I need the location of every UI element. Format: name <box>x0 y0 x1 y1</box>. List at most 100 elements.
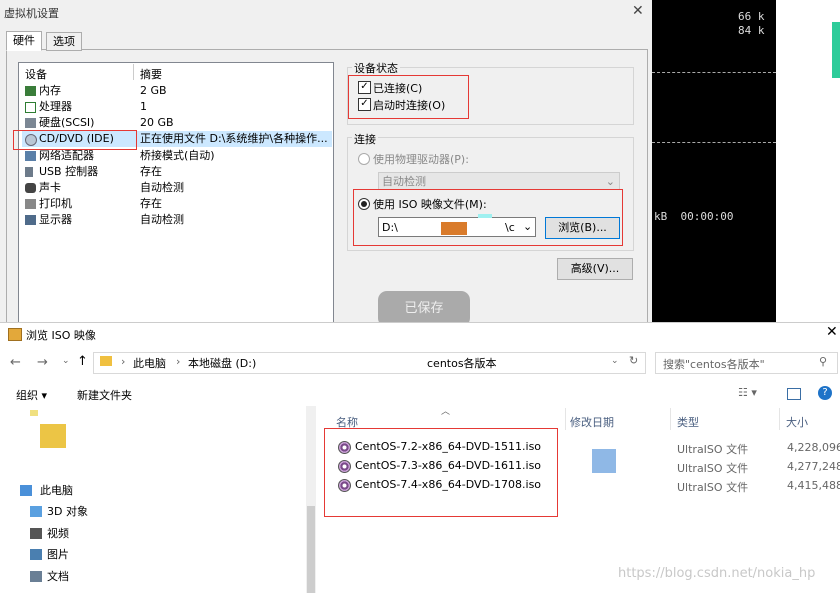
device-name: USB 控制器 <box>39 165 99 178</box>
terminal-line: 66 k <box>738 10 765 23</box>
iso-dialog-icon <box>8 328 22 341</box>
folder-icon <box>40 424 66 448</box>
file-browser-title: 浏览 ISO 映像 <box>26 329 96 342</box>
device-row-printer[interactable]: 打印机 存在 <box>22 196 332 212</box>
search-box[interactable]: 搜索"centos各版本" ⚲ <box>655 352 838 374</box>
video-icon <box>30 528 42 539</box>
highlight-box <box>13 130 137 150</box>
device-row-sound[interactable]: 声卡 自动检测 <box>22 180 332 196</box>
network-icon <box>25 151 36 161</box>
chevron-down-icon[interactable]: ⌄ <box>62 356 70 366</box>
breadcrumb-separator: › <box>121 355 126 368</box>
highlight-box <box>324 428 558 517</box>
terminal-rule <box>652 72 776 73</box>
breadcrumb-local-disk[interactable]: 本地磁盘 (D:) <box>188 355 256 371</box>
picture-icon <box>30 549 42 560</box>
scrollbar-thumb[interactable] <box>307 506 315 593</box>
device-row-cpu[interactable]: 处理器 1 <box>22 99 332 115</box>
tab-options[interactable]: 选项 <box>46 32 82 51</box>
printer-icon <box>25 199 36 209</box>
breadcrumb-separator: › <box>176 355 181 368</box>
breadcrumb-current-folder[interactable]: centos各版本 <box>427 355 497 371</box>
up-icon[interactable]: ↑ <box>77 354 88 369</box>
nav-label: 视频 <box>47 527 69 540</box>
chevron-down-icon[interactable]: ⌄ <box>611 356 619 366</box>
display-icon <box>25 215 36 225</box>
computer-icon <box>20 485 32 496</box>
device-summary: 自动检测 <box>140 213 184 226</box>
file-size: 4,228,096. <box>787 441 840 454</box>
breadcrumb-this-pc[interactable]: 此电脑 <box>133 355 166 371</box>
advanced-button[interactable]: 高级(V)... <box>557 258 633 280</box>
device-summary: 存在 <box>140 197 162 210</box>
device-status-title: 设备状态 <box>352 60 400 76</box>
disk-icon <box>25 118 36 128</box>
physical-drive-label: 使用物理驱动器(P): <box>373 153 469 166</box>
device-summary: 存在 <box>140 165 162 178</box>
device-summary: 20 GB <box>140 116 174 129</box>
device-name: 处理器 <box>39 100 72 113</box>
device-row-network[interactable]: 网络适配器 桥接模式(自动) <box>22 148 332 164</box>
file-size: 4,277,248. <box>787 460 840 473</box>
close-icon[interactable]: ✕ <box>826 324 838 340</box>
file-type: UltraISO 文件 <box>677 443 749 456</box>
device-row-memory[interactable]: 内存 2 GB <box>22 83 332 99</box>
file-size: 4,415,488. <box>787 479 840 492</box>
sort-up-icon: ︿ <box>441 407 451 417</box>
device-summary: 2 GB <box>140 84 167 97</box>
preview-pane-icon[interactable] <box>787 388 801 400</box>
folder-icon <box>30 410 38 416</box>
terminal-rule <box>652 142 776 143</box>
auto-detect-value: 自动检测 <box>382 175 426 188</box>
column-divider <box>670 408 671 430</box>
memory-icon <box>25 86 36 96</box>
new-folder-button[interactable]: 新建文件夹 <box>77 387 132 403</box>
folder-icon <box>100 356 112 366</box>
device-summary: 桥接模式(自动) <box>140 149 215 162</box>
device-row-disk[interactable]: 硬盘(SCSI) 20 GB <box>22 115 332 131</box>
column-size[interactable]: 大小 <box>786 414 808 430</box>
file-type: UltraISO 文件 <box>677 462 749 475</box>
device-summary: 1 <box>140 100 147 113</box>
view-options-icon[interactable]: ☷ ▾ <box>738 386 757 399</box>
device-summary: 正在使用文件 D:\系统维护\各种操作... <box>140 132 328 145</box>
device-row-display[interactable]: 显示器 自动检测 <box>22 212 332 228</box>
device-name: 声卡 <box>39 181 61 194</box>
nav-scrollbar[interactable] <box>306 406 316 593</box>
search-icon: ⚲ <box>819 355 828 368</box>
device-name: 硬盘(SCSI) <box>39 116 95 129</box>
column-modified[interactable]: 修改日期 <box>570 414 614 430</box>
column-type[interactable]: 类型 <box>677 414 699 430</box>
summary-column-header[interactable]: 摘要 <box>140 66 162 82</box>
watermark: https://blog.csdn.net/nokia_hp <box>618 566 816 581</box>
file-type: UltraISO 文件 <box>677 481 749 494</box>
close-icon[interactable]: ✕ <box>632 3 644 19</box>
nav-label: 此电脑 <box>40 484 73 497</box>
auto-detect-select[interactable]: 自动检测 ⌄ <box>378 172 620 190</box>
device-row-usb[interactable]: USB 控制器 存在 <box>22 164 332 180</box>
usb-icon <box>25 167 33 177</box>
column-divider <box>133 64 134 80</box>
help-icon[interactable]: ? <box>818 386 832 400</box>
cube-icon <box>30 506 42 517</box>
tab-hardware[interactable]: 硬件 <box>6 31 42 51</box>
terminal-line: 84 k <box>738 24 765 37</box>
search-placeholder: 搜索"centos各版本" <box>663 358 765 371</box>
forward-icon[interactable]: → <box>37 355 48 370</box>
organize-button[interactable]: 组织 ▾ <box>16 387 47 403</box>
device-column-header[interactable]: 设备 <box>25 66 47 82</box>
nav-label: 3D 对象 <box>47 505 88 518</box>
device-name: 显示器 <box>39 213 72 226</box>
device-summary: 自动检测 <box>140 181 184 194</box>
nav-label: 图片 <box>47 548 69 561</box>
terminal-line: kB 00:00:00 <box>654 210 734 223</box>
nav-label: 文档 <box>47 570 69 583</box>
back-icon[interactable]: ← <box>10 355 21 370</box>
document-icon <box>30 571 42 582</box>
redaction-mark <box>592 449 616 473</box>
column-divider <box>565 408 566 430</box>
device-name: 打印机 <box>39 197 72 210</box>
background-window <box>776 0 840 322</box>
refresh-icon[interactable]: ↻ <box>629 354 638 367</box>
physical-drive-radio[interactable] <box>358 153 370 165</box>
